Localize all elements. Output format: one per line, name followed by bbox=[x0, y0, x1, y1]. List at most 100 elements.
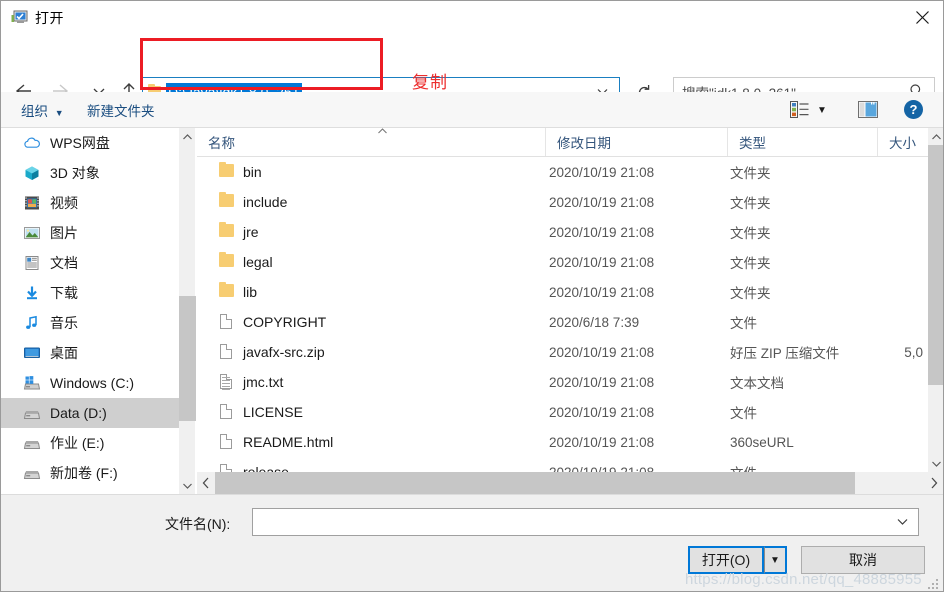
resize-grip-icon[interactable] bbox=[928, 577, 939, 589]
sidebar-item-7[interactable]: 桌面 bbox=[1, 338, 179, 368]
filename-chevron-down-icon[interactable] bbox=[896, 515, 909, 529]
file-name: bin bbox=[243, 164, 262, 180]
windows-drive-icon bbox=[23, 375, 41, 391]
title-bar: 打开 bbox=[1, 1, 943, 34]
sidebar-scroll-thumb[interactable] bbox=[179, 296, 196, 421]
desktop-icon bbox=[23, 345, 41, 361]
chevron-up-icon bbox=[932, 133, 941, 139]
file-list[interactable]: bin 2020/10/19 21:08 文件夹 include 2020/10/19 … bbox=[197, 157, 928, 472]
file-type: 文件夹 bbox=[730, 286, 771, 301]
column-header-row: 名称 修改日期 类型 大小 bbox=[197, 128, 928, 157]
folder-icon bbox=[219, 162, 234, 180]
file-date: 2020/10/19 21:08 bbox=[549, 284, 655, 300]
drive-icon bbox=[23, 405, 41, 421]
sidebar-item-label: 下载 bbox=[50, 285, 78, 301]
table-row[interactable]: release 2020/10/19 21:08 文件 bbox=[197, 457, 928, 472]
table-row[interactable]: lib 2020/10/19 21:08 文件夹 bbox=[197, 277, 928, 307]
filename-input[interactable] bbox=[252, 508, 919, 536]
folder-icon bbox=[219, 222, 234, 240]
help-button[interactable]: ? bbox=[904, 100, 923, 119]
file-date: 2020/10/19 21:08 bbox=[549, 374, 655, 390]
preview-pane-icon[interactable] bbox=[858, 101, 878, 118]
sidebar-scroll-up-button[interactable] bbox=[179, 128, 196, 145]
column-header-size[interactable]: 大小 bbox=[877, 128, 928, 156]
open-dropdown-button[interactable]: ▼ bbox=[764, 546, 787, 574]
text-file-icon bbox=[219, 374, 234, 390]
chevron-left-icon bbox=[202, 477, 209, 489]
sidebar-scroll-down-button[interactable] bbox=[179, 477, 196, 494]
open-dialog-icon bbox=[11, 9, 28, 26]
file-name: LICENSE bbox=[243, 404, 303, 420]
video-icon bbox=[23, 195, 41, 211]
sort-caret-up-icon bbox=[377, 126, 388, 138]
table-row[interactable]: COPYRIGHT 2020/6/18 7:39 文件 bbox=[197, 307, 928, 337]
organize-label: 组织 bbox=[21, 104, 48, 119]
file-type: 文件 bbox=[730, 462, 757, 472]
sidebar-scrollbar[interactable] bbox=[179, 128, 196, 494]
help-icon: ? bbox=[909, 102, 918, 117]
open-button[interactable]: 打开(O) bbox=[688, 546, 764, 574]
view-options-icon[interactable] bbox=[790, 101, 809, 118]
annotation-label: 复制 bbox=[412, 73, 448, 92]
table-row[interactable]: legal 2020/10/19 21:08 文件夹 bbox=[197, 247, 928, 277]
sidebar-item-2[interactable]: 视频 bbox=[1, 188, 179, 218]
sidebar-item-4[interactable]: 文档 bbox=[1, 248, 179, 278]
table-row[interactable]: javafx-src.zip 2020/10/19 21:08 好压 ZIP 压缩文… bbox=[197, 337, 928, 367]
file-date: 2020/6/18 7:39 bbox=[549, 314, 640, 330]
table-row[interactable]: LICENSE 2020/10/19 21:08 文件 bbox=[197, 397, 928, 427]
file-type: 好压 ZIP 压缩文件 bbox=[730, 346, 840, 361]
file-name: lib bbox=[243, 284, 258, 300]
sidebar-item-9[interactable]: Data (D:) bbox=[1, 398, 179, 428]
file-type: 文件夹 bbox=[730, 196, 771, 211]
column-header-date[interactable]: 修改日期 bbox=[545, 128, 727, 156]
new-folder-button[interactable]: 新建文件夹 bbox=[87, 100, 155, 120]
file-type: 文件夹 bbox=[730, 226, 771, 241]
file-name: javafx-src.zip bbox=[243, 344, 325, 360]
chevron-up-icon bbox=[183, 133, 192, 139]
sidebar-item-6[interactable]: 音乐 bbox=[1, 308, 179, 338]
sidebar-item-10[interactable]: 作业 (E:) bbox=[1, 428, 179, 458]
file-date: 2020/10/19 21:08 bbox=[549, 224, 655, 240]
file-type: 文件夹 bbox=[730, 256, 771, 271]
file-scroll-thumb[interactable] bbox=[928, 145, 943, 385]
download-icon bbox=[23, 285, 41, 301]
sidebar-item-label: Windows (C:) bbox=[50, 375, 135, 391]
organize-button[interactable]: 组织 ▼ bbox=[21, 100, 64, 120]
sidebar-item-label: 3D 对象 bbox=[50, 165, 100, 181]
navigation-sidebar[interactable]: WPS网盘 3D 对象视频 图片 文档下载音乐 桌面 Windows (C:) Data (… bbox=[1, 128, 179, 494]
cloud-icon bbox=[23, 135, 41, 151]
view-caret-down-icon[interactable]: ▼ bbox=[817, 105, 827, 116]
sidebar-item-3[interactable]: 图片 bbox=[1, 218, 179, 248]
file-date: 2020/10/19 21:08 bbox=[549, 164, 655, 180]
column-header-type[interactable]: 类型 bbox=[727, 128, 877, 156]
sidebar-item-8[interactable]: Windows (C:) bbox=[1, 368, 179, 398]
file-hscroll-left-button[interactable] bbox=[197, 472, 215, 494]
file-hscroll-right-button[interactable] bbox=[925, 472, 943, 494]
file-list-vertical-scrollbar[interactable] bbox=[928, 128, 943, 472]
table-row[interactable]: jmc.txt 2020/10/19 21:08 文本文档 bbox=[197, 367, 928, 397]
folder-icon bbox=[219, 282, 234, 300]
sidebar-item-0[interactable]: WPS网盘 bbox=[1, 128, 179, 158]
file-date: 2020/10/19 21:08 bbox=[549, 254, 655, 270]
file-hscroll-thumb[interactable] bbox=[215, 472, 855, 494]
table-row[interactable]: include 2020/10/19 21:08 文件夹 bbox=[197, 187, 928, 217]
sidebar-item-1[interactable]: 3D 对象 bbox=[1, 158, 179, 188]
file-date: 2020/10/19 21:08 bbox=[549, 434, 655, 450]
file-size: 5,0 bbox=[904, 344, 923, 360]
file-scroll-down-button[interactable] bbox=[928, 455, 943, 472]
cancel-button[interactable]: 取消 bbox=[801, 546, 925, 574]
file-icon bbox=[219, 314, 234, 330]
column-header-name[interactable]: 名称 bbox=[197, 128, 545, 156]
sidebar-item-5[interactable]: 下载 bbox=[1, 278, 179, 308]
chevron-down-icon bbox=[932, 461, 941, 467]
file-list-horizontal-scrollbar[interactable] bbox=[197, 472, 943, 494]
file-scroll-up-button[interactable] bbox=[928, 128, 943, 145]
table-row[interactable]: bin 2020/10/19 21:08 文件夹 bbox=[197, 157, 928, 187]
file-list-pane: 名称 修改日期 类型 大小 bin 2020/10/19 21:08 文件夹 incl… bbox=[197, 128, 943, 494]
table-row[interactable]: jre 2020/10/19 21:08 文件夹 bbox=[197, 217, 928, 247]
navigation-bar: D:\Java\jdk1.8.0_261 搜索"jdk1.8.0_261" bbox=[1, 34, 943, 107]
close-button[interactable] bbox=[899, 1, 943, 34]
sidebar-item-11[interactable]: 新加卷 (F:) bbox=[1, 458, 179, 488]
file-icon bbox=[219, 344, 234, 360]
table-row[interactable]: README.html 2020/10/19 21:08 360seURL bbox=[197, 427, 928, 457]
